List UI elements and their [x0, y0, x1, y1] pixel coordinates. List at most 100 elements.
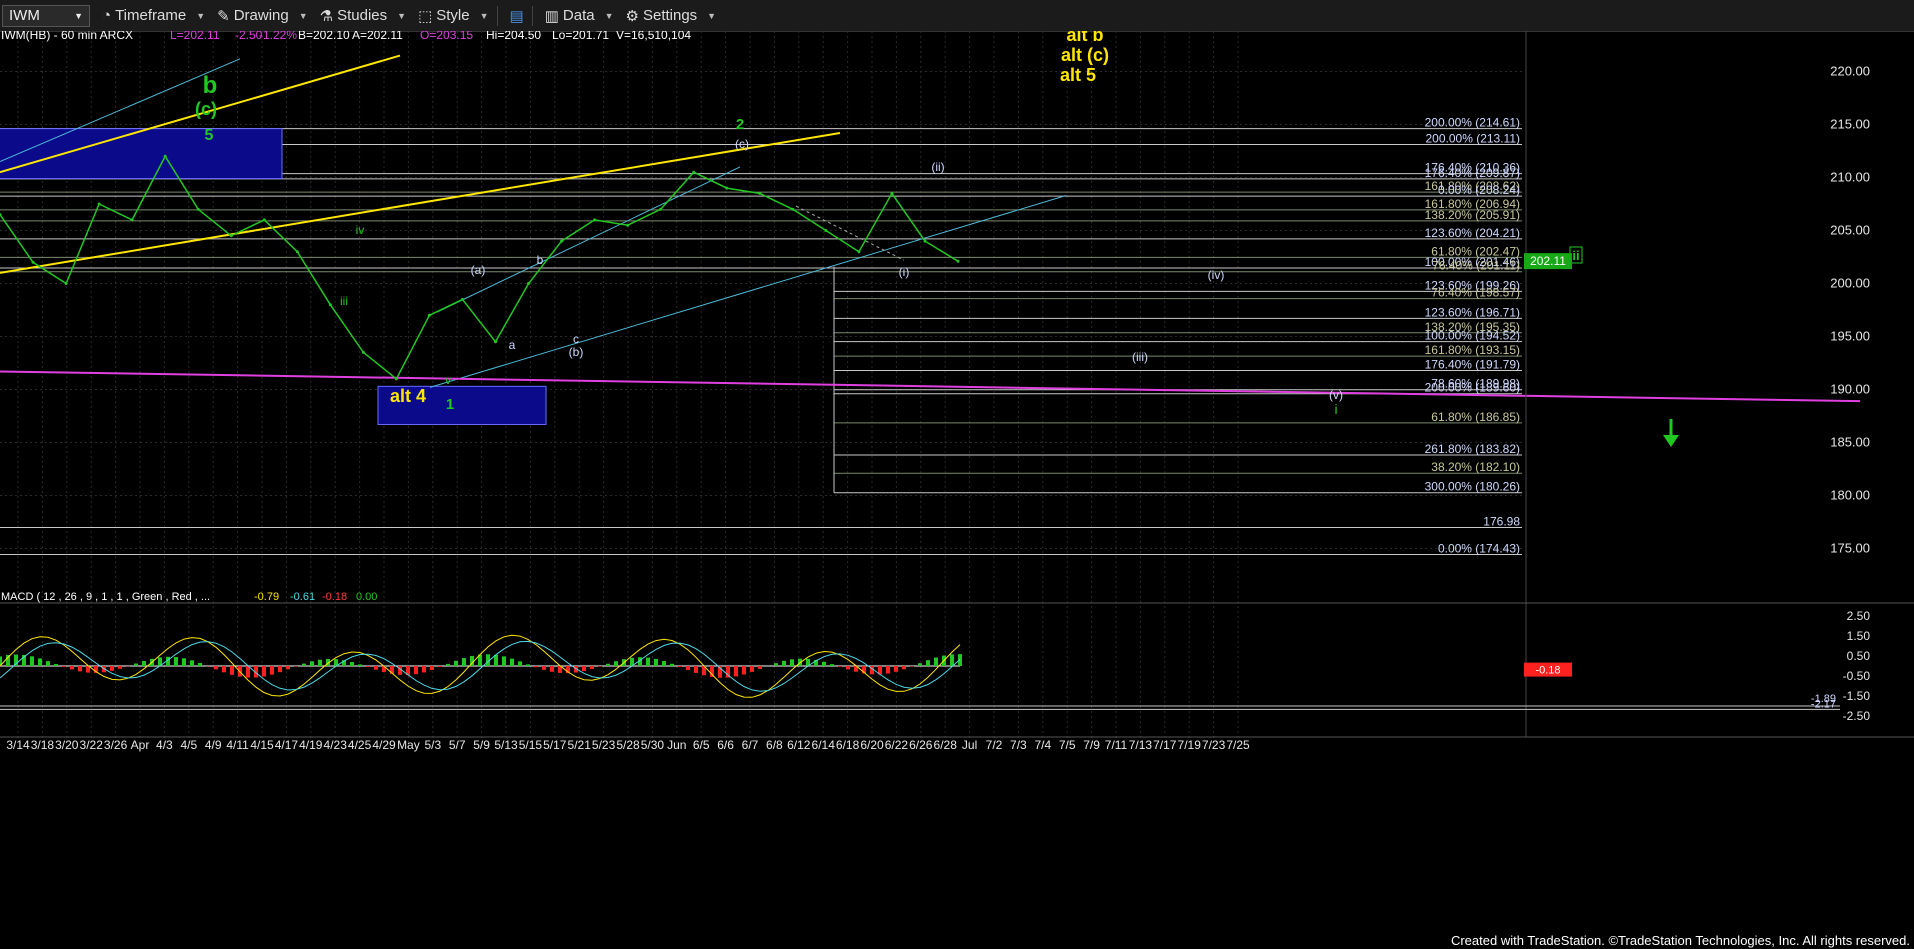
x-tick-label: 6/14	[812, 738, 836, 752]
drawing-label: Drawing	[233, 7, 289, 24]
bid-header: B=202.10	[298, 31, 350, 42]
macd-histogram-bar	[902, 666, 906, 670]
fib-level-label: 176.98	[1483, 515, 1520, 529]
macd-histogram-bar	[38, 658, 42, 666]
macd-y-tick-label: 1.50	[1847, 629, 1871, 643]
wave-label: alt (c)	[1061, 45, 1109, 65]
fib-levels: 200.00% (214.61)200.00% (213.11)176.40% …	[0, 116, 1522, 556]
macd-histogram-bar	[174, 657, 178, 666]
x-tick-label: Jun	[667, 738, 686, 752]
x-tick-label: 7/3	[1010, 738, 1027, 752]
chevron-down-icon: ▼	[604, 10, 614, 21]
macd-histogram-bar	[518, 661, 522, 666]
macd-histogram-bar	[790, 659, 794, 666]
wave-label: ii	[1572, 248, 1579, 263]
fib-level-label: 176.40% (209.87)	[1425, 166, 1520, 180]
x-tick-label: 6/28	[934, 738, 958, 752]
x-tick-label: 4/19	[299, 738, 323, 752]
change-pct-header: -1.22%	[259, 31, 297, 42]
data-button[interactable]: ▥ Data ▼	[545, 7, 614, 25]
timeframe-button[interactable]: ◔ Timeframe ▼	[102, 7, 205, 24]
wave-label: c	[573, 332, 579, 346]
fib-level-label: 300.00% (180.26)	[1425, 480, 1520, 494]
macd-histogram-bar	[214, 666, 218, 670]
fib-level-label: 176.40% (191.79)	[1425, 358, 1520, 372]
data-label: Data	[562, 7, 595, 24]
macd-histogram-bar	[118, 666, 122, 669]
studies-button[interactable]: ⚗ Studies ▼	[320, 7, 406, 25]
x-tick-label: 6/7	[742, 738, 759, 752]
chevron-down-icon: ▼	[397, 10, 407, 21]
macd-histogram-bar	[782, 660, 786, 666]
y-tick-label: 205.00	[1830, 223, 1870, 238]
drawing-button[interactable]: ✎ Drawing ▼	[217, 7, 308, 25]
y-tick-label: 220.00	[1830, 64, 1870, 79]
wave-label: b	[203, 72, 218, 99]
low-header: Lo=201.71	[552, 31, 609, 42]
fib-level-label: 76.40% (201.11)	[1432, 259, 1520, 273]
x-tick-label: 5/9	[473, 738, 490, 752]
price-point	[791, 207, 795, 211]
copyright-text: Created with TradeStation. ©TradeStation…	[1450, 933, 1910, 948]
price-point	[196, 207, 200, 211]
gear-icon: ⚙	[625, 7, 639, 25]
style-button[interactable]: ⬚ Style ▼	[418, 7, 488, 25]
macd-histogram-bar	[62, 666, 66, 667]
layout-icon-button[interactable]: ▤	[510, 7, 524, 25]
macd-histogram-bar	[190, 660, 194, 666]
symbol-selector[interactable]: IWM ▼	[2, 4, 90, 27]
wave-label: iii	[340, 294, 348, 308]
x-tick-label: 7/5	[1059, 738, 1076, 752]
x-tick-label: 4/5	[180, 738, 197, 752]
wave-label: (v)	[1329, 388, 1343, 402]
wave-label: 1	[446, 396, 454, 413]
macd-histogram-bar	[582, 666, 586, 672]
price-point	[163, 154, 167, 158]
macd-histogram-bar	[678, 666, 682, 667]
footer: Created with TradeStation. ©TradeStation…	[0, 933, 1914, 949]
fib-level-label: 0.00% (174.43)	[1438, 542, 1520, 556]
macd-histogram-bar	[70, 666, 74, 670]
arrow-down-icon	[1663, 435, 1679, 447]
x-tick-label: 7/11	[1105, 738, 1128, 752]
x-tick-label: 5/23	[592, 738, 616, 752]
x-tick-label: 7/25	[1226, 738, 1250, 752]
x-tick-label: 6/22	[885, 738, 909, 752]
x-tick-label: 7/2	[986, 738, 1003, 752]
x-tick-label: 5/7	[449, 738, 466, 752]
x-tick-label: 6/20	[860, 738, 884, 752]
settings-button[interactable]: ⚙ Settings ▼	[626, 7, 717, 25]
x-tick-label: 3/26	[104, 738, 128, 752]
x-tick-label: 7/23	[1202, 738, 1226, 752]
fib-level-label: 200.00% (213.11)	[1425, 132, 1520, 146]
x-tick-label: May	[397, 738, 420, 752]
macd-histogram-bar	[934, 657, 938, 666]
macd-histogram-bar	[454, 660, 458, 666]
price-point	[626, 223, 630, 227]
chevron-down-icon: ▼	[479, 10, 489, 21]
x-tick-label: 5/21	[568, 738, 592, 752]
chevron-down-icon: ▼	[298, 10, 308, 21]
y-tick-label: 195.00	[1830, 329, 1870, 344]
price-chart[interactable]: 200.00% (214.61)200.00% (213.11)176.40% …	[0, 31, 1914, 949]
volume-header: V=16,510,104	[616, 31, 691, 42]
wave-label: (ii)	[931, 160, 944, 174]
macd-histogram-bar	[542, 666, 546, 670]
fib-level-label: 161.80% (193.15)	[1425, 343, 1520, 357]
macd-histogram-bar	[926, 660, 930, 666]
macd-histogram-bar	[774, 663, 778, 666]
price-point	[692, 170, 696, 174]
macd-y-tick-label: 0.50	[1847, 649, 1871, 663]
x-tick-label: 6/26	[909, 738, 933, 752]
macd-min-label-2: -2.17	[1811, 698, 1836, 710]
x-tick-label: 3/14	[6, 738, 30, 752]
fib-level-label: 123.60% (204.21)	[1425, 226, 1520, 240]
x-tick-label: 5/15	[519, 738, 543, 752]
timeframe-label: Timeframe	[115, 7, 187, 24]
macd-histogram-bar	[606, 663, 610, 666]
wave-label: b	[537, 253, 544, 267]
x-tick-label: 5/13	[494, 738, 518, 752]
x-tick-label: 7/17	[1153, 738, 1177, 752]
high-header: Hi=204.50	[486, 31, 541, 42]
macd-histogram-bar	[46, 661, 50, 666]
